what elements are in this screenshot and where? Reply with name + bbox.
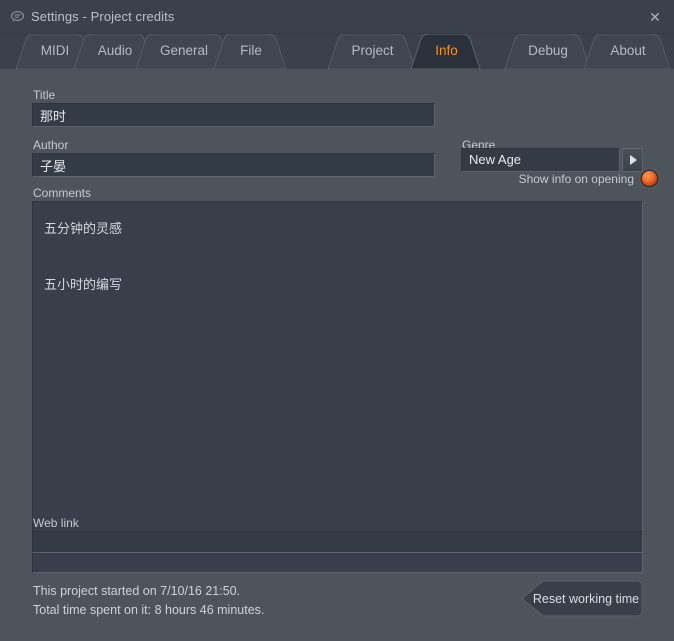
genre-value[interactable]: New Age (461, 148, 620, 172)
tab-file[interactable]: File (216, 34, 286, 69)
project-started-line: This project started on 7/10/16 21:50. (33, 584, 241, 598)
comments-label: Comments (33, 186, 92, 200)
tab-debug[interactable]: Debug (506, 34, 590, 69)
comments-textarea[interactable] (32, 201, 643, 573)
tab-about-label: About (610, 43, 646, 58)
author-label: Author (33, 138, 69, 152)
weblink-input[interactable] (32, 531, 643, 553)
tab-info[interactable]: Info (413, 34, 480, 69)
show-info-label: Show info on opening (518, 172, 634, 186)
tab-bar: MIDI Audio General File Project Info Deb… (0, 34, 674, 69)
tab-project-label: Project (351, 43, 394, 58)
title-input[interactable] (32, 103, 435, 127)
tab-debug-label: Debug (528, 43, 568, 58)
project-total-time-line: Total time spent on it: 8 hours 46 minut… (33, 603, 265, 617)
settings-dialog: Settings - Project credits ✕ MIDI Audio … (0, 0, 674, 641)
reset-working-time-button[interactable]: Reset working time (521, 580, 643, 617)
genre-control: New Age (461, 148, 643, 172)
tab-project[interactable]: Project (330, 34, 415, 69)
genre-dropdown-button[interactable] (622, 148, 643, 172)
tab-file-label: File (240, 43, 262, 58)
tab-info-label: Info (435, 43, 458, 58)
title-label: Title (33, 88, 56, 102)
title-bar: Settings - Project credits ✕ (0, 0, 674, 34)
reset-button-shape (521, 580, 643, 617)
comment-bubble-icon (11, 11, 24, 22)
info-panel: Title Show info on opening Author Genre … (0, 69, 674, 641)
triangle-right-icon (630, 155, 637, 165)
author-input[interactable] (32, 153, 435, 177)
window-title: Settings - Project credits (31, 9, 175, 24)
tab-about[interactable]: About (586, 34, 670, 69)
show-info-led-toggle[interactable] (642, 171, 657, 186)
weblink-label: Web link (33, 516, 79, 530)
project-time-info: This project started on 7/10/16 21:50. T… (33, 582, 264, 620)
close-icon[interactable]: ✕ (646, 8, 664, 26)
